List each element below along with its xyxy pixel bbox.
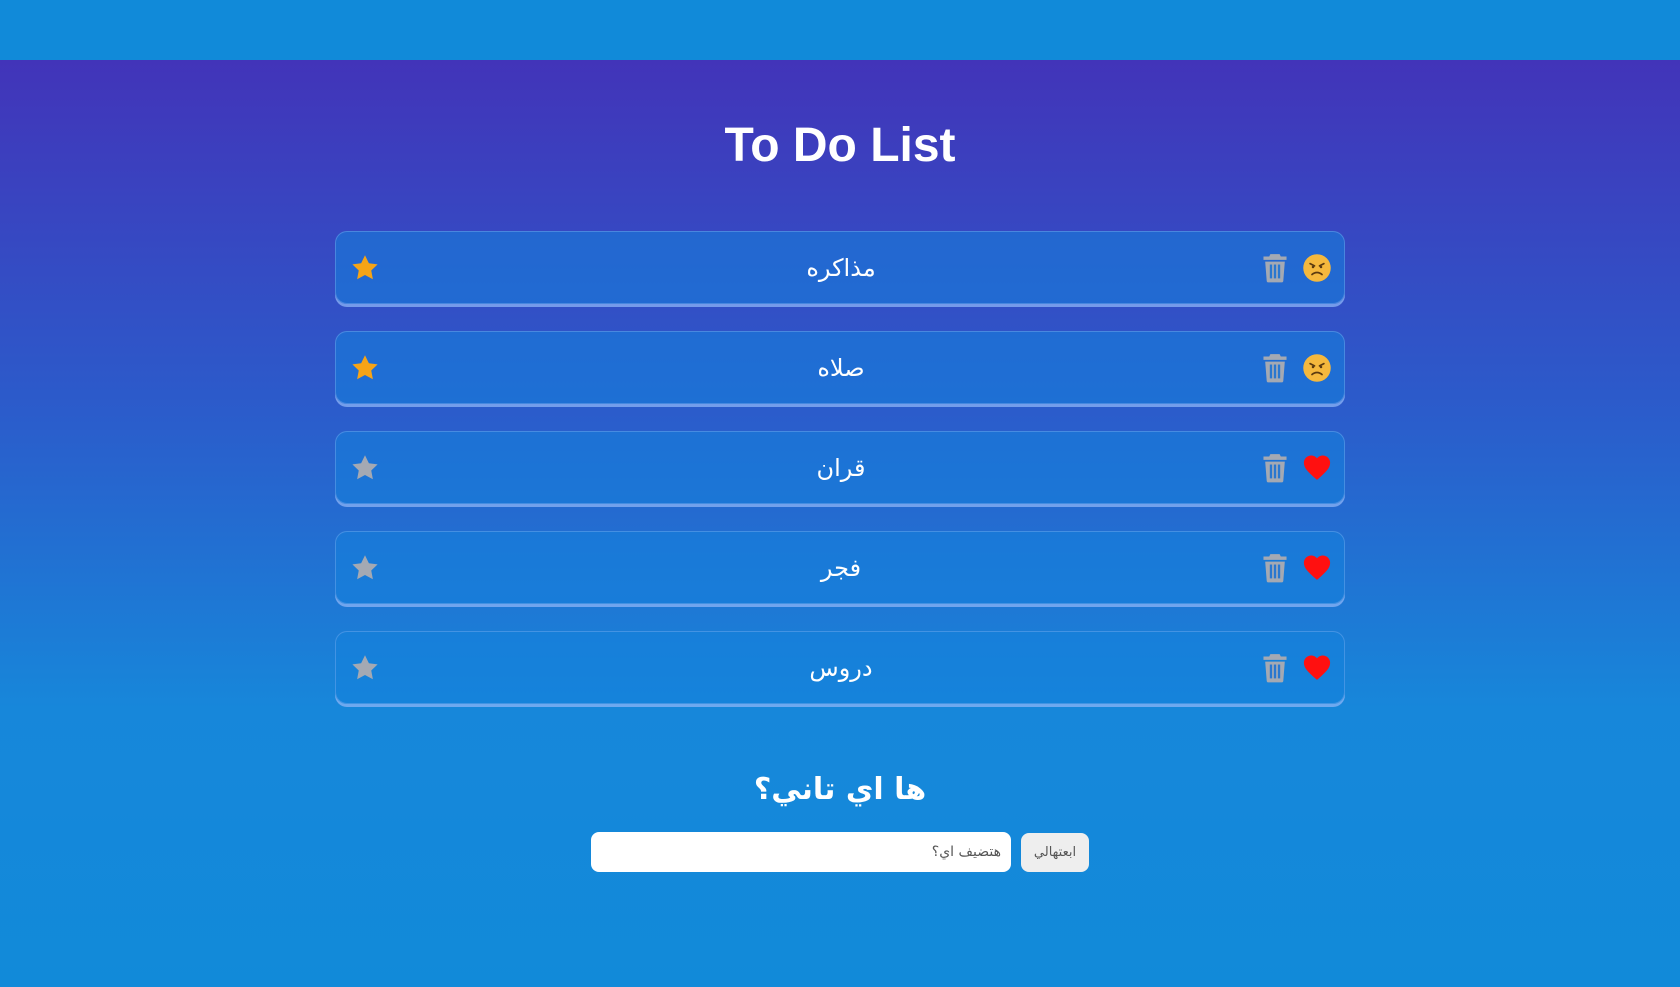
trash-icon[interactable] — [1262, 253, 1288, 283]
todo-text: صلاه — [817, 354, 865, 382]
todo-list: مذاكره صلاه قران فجر دروس — [335, 231, 1345, 731]
add-task-button[interactable]: ابعتهالي — [1021, 833, 1089, 872]
star-icon[interactable] — [350, 353, 380, 383]
heart-icon[interactable] — [1302, 453, 1332, 483]
todo-item: صلاه — [335, 331, 1345, 404]
new-task-input[interactable] — [591, 832, 1011, 872]
todo-item: قران — [335, 431, 1345, 504]
todo-item: دروس — [335, 631, 1345, 704]
todo-item: فجر — [335, 531, 1345, 604]
trash-icon[interactable] — [1262, 453, 1288, 483]
todo-text: مذاكره — [806, 254, 876, 282]
star-icon[interactable] — [350, 453, 380, 483]
top-bar — [0, 0, 1680, 60]
heart-icon[interactable] — [1302, 653, 1332, 683]
todo-text: قران — [816, 454, 866, 482]
heart-icon[interactable] — [1302, 553, 1332, 583]
angry-face-icon[interactable] — [1302, 253, 1332, 283]
add-task-form: ابعتهالي — [591, 832, 1091, 872]
page-title: To Do List — [724, 119, 956, 172]
trash-icon[interactable] — [1262, 553, 1288, 583]
trash-icon[interactable] — [1262, 353, 1288, 383]
add-task-heading: ها اي تاني؟ — [753, 772, 927, 807]
star-icon[interactable] — [350, 253, 380, 283]
trash-icon[interactable] — [1262, 653, 1288, 683]
todo-text: فجر — [820, 554, 862, 582]
page-content: To Do List مذاكره صلاه قران فجر دروس ها … — [0, 60, 1680, 987]
angry-face-icon[interactable] — [1302, 353, 1332, 383]
star-icon[interactable] — [350, 553, 380, 583]
star-icon[interactable] — [350, 653, 380, 683]
todo-text: دروس — [809, 654, 873, 682]
todo-item: مذاكره — [335, 231, 1345, 304]
